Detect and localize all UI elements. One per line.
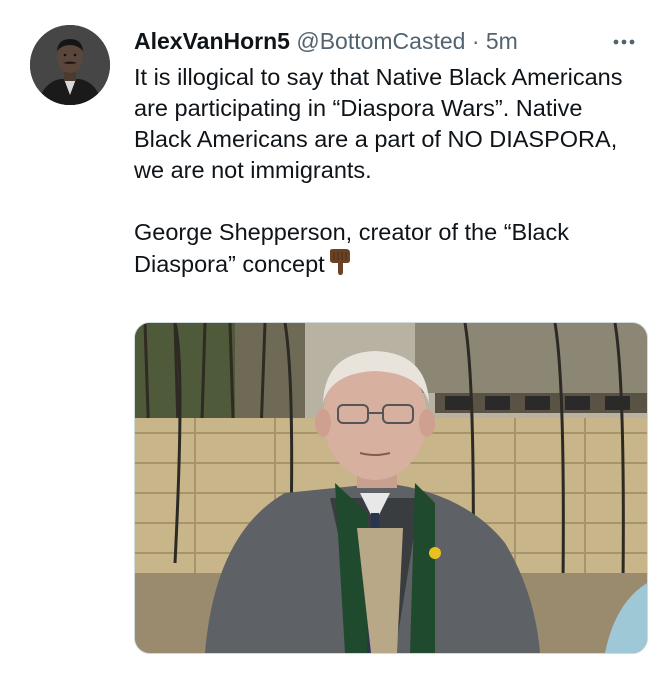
avatar-photo (30, 25, 110, 105)
tweet-media-photo[interactable] (134, 322, 648, 654)
tweet[interactable]: AlexVanHorn5 @BottomCasted · 5m It is il… (0, 0, 666, 680)
separator-dot: · (471, 28, 480, 54)
backhand-index-pointing-down-emoji (327, 248, 353, 284)
author-display-name[interactable]: AlexVanHorn5 (134, 28, 290, 54)
tweet-timestamp[interactable]: 5m (486, 28, 518, 54)
more-options-button[interactable] (606, 28, 642, 56)
photo-elderly-man-in-coat (135, 323, 647, 653)
author-avatar[interactable] (30, 25, 110, 105)
tweet-text: It is illogical to say that Native Black… (134, 62, 644, 284)
tweet-header: AlexVanHorn5 @BottomCasted · 5m (134, 26, 518, 56)
tweet-paragraph-2: George Shepperson, creator of the “Black… (134, 217, 644, 284)
tweet-paragraph-1: It is illogical to say that Native Black… (134, 64, 623, 183)
more-horizontal-icon (613, 39, 635, 45)
author-handle[interactable]: @BottomCasted (296, 28, 465, 54)
